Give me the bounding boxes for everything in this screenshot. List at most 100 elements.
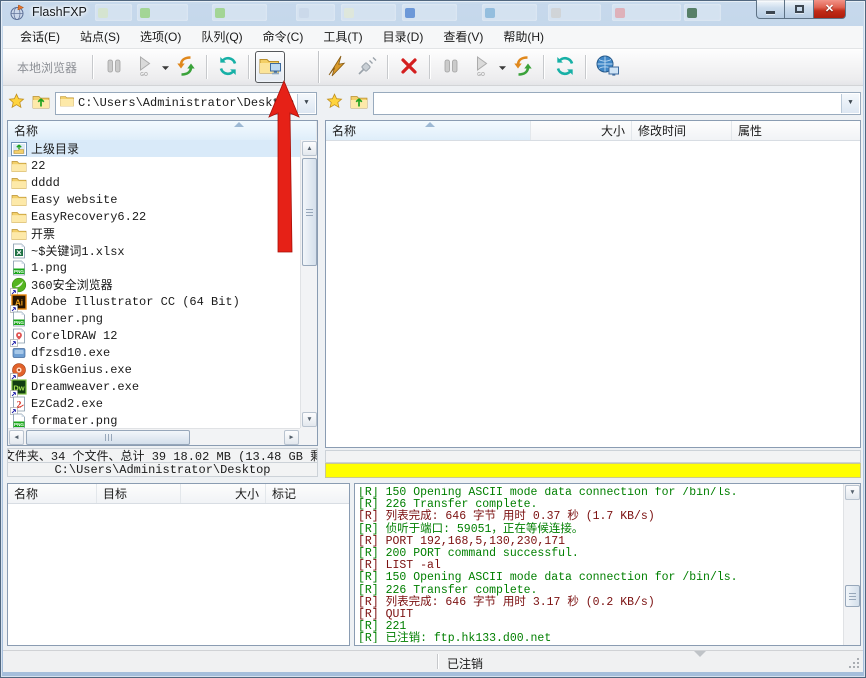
file-row[interactable]: 上级目录: [8, 140, 300, 157]
file-row[interactable]: PNG1.png: [8, 259, 300, 276]
file-name-label: ~$关键词1.xlsx: [31, 242, 125, 259]
remote-path-combobox[interactable]: ▼: [373, 92, 861, 115]
remote-go-button[interactable]: GO: [466, 51, 496, 83]
background-window-artifact: [612, 4, 681, 21]
browser-toggle-button[interactable]: [255, 51, 285, 83]
remote-name-column-header[interactable]: 名称: [326, 121, 531, 140]
toolbar-separator: [387, 55, 389, 79]
remote-disconnect-button[interactable]: [352, 51, 382, 83]
file-row[interactable]: 360安全浏览器: [8, 276, 300, 293]
queue-flags-column-header[interactable]: 标记: [266, 484, 349, 503]
file-row[interactable]: 开票: [8, 225, 300, 242]
remote-status-row: [325, 450, 861, 463]
remote-pause-button[interactable]: [436, 51, 466, 83]
parent-folder-icon: [11, 141, 27, 157]
menu-view[interactable]: 查看(V): [433, 25, 493, 49]
menu-sites[interactable]: 站点(S): [70, 25, 130, 49]
remote-site-button[interactable]: [592, 51, 622, 83]
local-file-panel: 名称 上级目录22 ddddEasy websiteEasyRecovery6.2…: [7, 120, 318, 446]
file-row[interactable]: 2EzCad2.exe: [8, 395, 300, 412]
menu-directory[interactable]: 目录(D): [373, 25, 434, 49]
remote-modified-column-header[interactable]: 修改时间: [632, 121, 732, 140]
local-horizontal-scrollbar[interactable]: ◄ ►: [8, 428, 300, 445]
menu-options[interactable]: 选项(O): [130, 25, 191, 49]
local-path-combobox[interactable]: C:\Users\Administrator\Desktop ▼: [55, 92, 317, 115]
local-vertical-scrollbar[interactable]: ▲ ▼: [300, 140, 317, 428]
scrollbar-thumb[interactable]: [26, 430, 190, 445]
remote-favorites-button[interactable]: [325, 94, 344, 112]
scrollbar-corner: [300, 428, 317, 445]
background-window-artifact: [402, 4, 457, 21]
local-go-dropdown[interactable]: [159, 52, 171, 82]
scroll-down-button[interactable]: ▼: [845, 485, 860, 500]
remote-up-button[interactable]: [349, 94, 368, 112]
file-row[interactable]: Easy website: [8, 191, 300, 208]
local-up-button[interactable]: [31, 94, 50, 112]
scroll-right-button[interactable]: ►: [284, 430, 299, 445]
svg-text:GO: GO: [140, 72, 148, 77]
menu-session[interactable]: 会话(E): [10, 25, 70, 49]
combo-dropdown-button[interactable]: ▼: [841, 94, 859, 113]
file-row[interactable]: DiskGenius.exe: [8, 361, 300, 378]
file-name-label: formater.png: [31, 414, 117, 428]
background-window-artifact: [548, 4, 601, 21]
menu-commands[interactable]: 命令(C): [253, 25, 314, 49]
file-row[interactable]: PNGbanner.png: [8, 310, 300, 327]
transfer-mode-icon: [174, 54, 198, 81]
menu-queue[interactable]: 队列(Q): [191, 25, 252, 49]
queue-name-column-header[interactable]: 名称: [8, 484, 97, 503]
remote-transfer-button[interactable]: [508, 51, 538, 83]
file-row[interactable]: ~$关键词1.xlsx: [8, 242, 300, 259]
file-row[interactable]: DwDreamweaver.exe: [8, 378, 300, 395]
scrollbar-thumb[interactable]: [845, 585, 860, 607]
local-transfer-button[interactable]: [171, 51, 201, 83]
background-window-artifact: [684, 4, 721, 21]
log-line: [R] 列表完成: 646 字节 用时 3.17 秒 (0.2 KB/s): [358, 597, 842, 609]
log-scrollbar[interactable]: ▲ ▼: [843, 484, 860, 645]
remote-attrs-column-header[interactable]: 属性: [732, 121, 860, 140]
file-row[interactable]: PNGformater.png: [8, 412, 300, 428]
file-row[interactable]: dddd: [8, 174, 300, 191]
scroll-down-button[interactable]: ▼: [302, 412, 317, 427]
close-button[interactable]: ✕: [814, 0, 846, 19]
maximize-button[interactable]: [785, 0, 814, 19]
file-row[interactable]: EasyRecovery6.22: [8, 208, 300, 225]
star-icon: [326, 93, 343, 113]
log-line: [R] QUIT: [358, 609, 842, 621]
remote-go-dropdown[interactable]: [496, 52, 508, 82]
file-row[interactable]: CorelDRAW 12: [8, 327, 300, 344]
local-go-button[interactable]: GO: [129, 51, 159, 83]
menu-tools[interactable]: 工具(T): [313, 25, 372, 49]
scroll-left-button[interactable]: ◄: [9, 430, 24, 445]
local-pause-button[interactable]: [99, 51, 129, 83]
status-bar-divider: [437, 654, 439, 669]
remote-connect-button[interactable]: [322, 51, 352, 83]
scrollbar-thumb[interactable]: [302, 158, 317, 266]
log-output: [R] 150 Opening ASCII mode data connecti…: [358, 487, 842, 643]
remote-abort-button[interactable]: [394, 51, 424, 83]
local-favorites-button[interactable]: [7, 94, 26, 112]
folder-icon: [11, 209, 27, 225]
file-name-label: Adobe Illustrator CC (64 Bit): [31, 295, 240, 309]
title-bar[interactable]: FlashFXP ✕: [0, 0, 866, 26]
file-row[interactable]: AiAdobe Illustrator CC (64 Bit): [8, 293, 300, 310]
combo-dropdown-button[interactable]: ▼: [297, 94, 315, 113]
queue-size-column-header[interactable]: 大小: [181, 484, 266, 503]
file-name-label: DiskGenius.exe: [31, 363, 132, 377]
minimize-button[interactable]: [756, 0, 785, 19]
remote-file-list[interactable]: [326, 140, 860, 447]
local-refresh-button[interactable]: [213, 51, 243, 83]
file-row[interactable]: 22: [8, 157, 300, 174]
star-icon: [8, 93, 25, 113]
remote-size-column-header[interactable]: 大小: [531, 121, 632, 140]
menu-help[interactable]: 帮助(H): [493, 25, 554, 49]
remote-refresh-button[interactable]: [550, 51, 580, 83]
scroll-up-button[interactable]: ▲: [302, 141, 317, 156]
queue-list[interactable]: [8, 503, 349, 645]
file-row[interactable]: dfzsd10.exe: [8, 344, 300, 361]
local-file-count-status: 个文件夹、34 个文件、总计 39 18.02 MB (13.48 GB 剩余: [7, 448, 318, 463]
resize-grip[interactable]: [848, 657, 861, 670]
local-name-column-header[interactable]: 名称: [8, 121, 317, 140]
queue-target-column-header[interactable]: 目标: [97, 484, 181, 503]
file-name-label: dddd: [31, 176, 60, 190]
